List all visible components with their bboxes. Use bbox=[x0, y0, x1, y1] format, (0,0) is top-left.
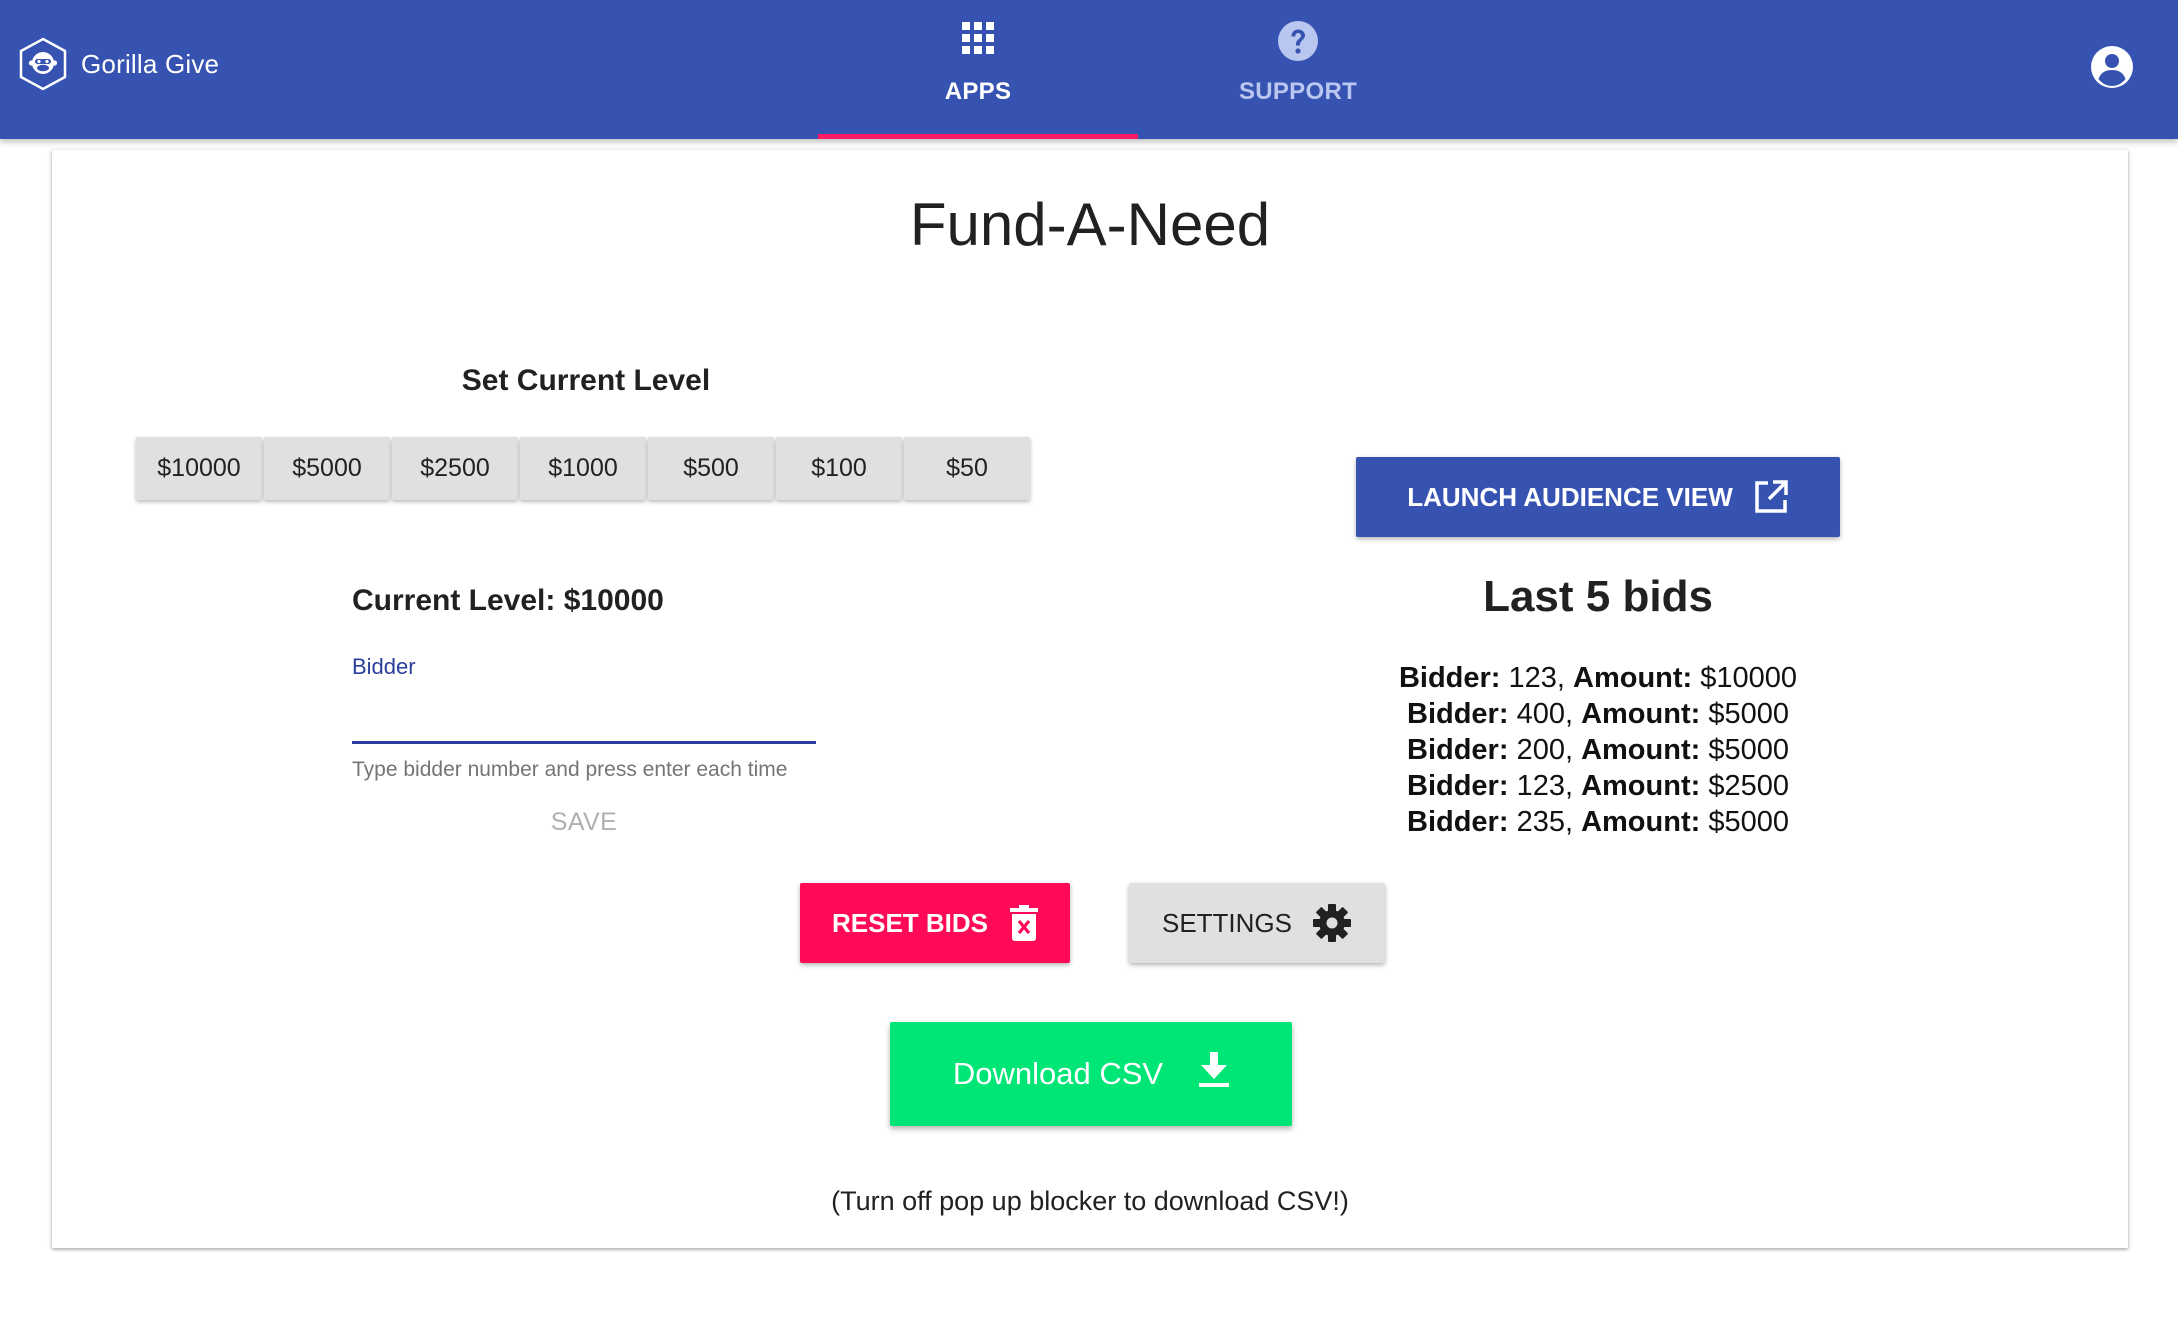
bid-amount: $10000 bbox=[1700, 662, 1798, 694]
amount-key: Amount: bbox=[1581, 770, 1701, 802]
tab-apps-label: APPS bbox=[944, 78, 1012, 105]
delete-forever-icon bbox=[1010, 905, 1039, 941]
bid-list-item: Bidder: 200, Amount: $5000 bbox=[1407, 734, 1789, 766]
fund-a-need-card: Fund-A-Need Set Current Level $10000 $50… bbox=[52, 150, 2128, 1248]
bidder-key: Bidder: bbox=[1398, 662, 1501, 694]
settings-button[interactable]: SETTINGS bbox=[1129, 883, 1385, 963]
gorilla-logo-icon bbox=[18, 37, 68, 91]
amount-key: Amount: bbox=[1581, 734, 1701, 766]
account-button[interactable] bbox=[2090, 45, 2134, 89]
level-button-50[interactable]: $50 bbox=[904, 437, 1030, 500]
apps-grid-icon bbox=[960, 20, 996, 61]
tab-apps[interactable]: APPS bbox=[818, 0, 1138, 139]
bid-list-item: Bidder: 123, Amount: $2500 bbox=[1407, 770, 1789, 802]
bidder-field-label: Bidder bbox=[352, 654, 416, 679]
save-button[interactable]: SAVE bbox=[482, 800, 686, 844]
top-app-bar: Gorilla Give APPS SUPPORT bbox=[0, 0, 2178, 139]
bid-bidder: 123 bbox=[1508, 662, 1557, 694]
popup-blocker-note: (Turn off pop up blocker to download CSV… bbox=[831, 1186, 1349, 1216]
app-name: Gorilla Give bbox=[81, 48, 220, 79]
bid-amount: $2500 bbox=[1708, 770, 1789, 802]
bid-bidder: 123 bbox=[1516, 770, 1565, 802]
reset-bids-label: RESET BIDS bbox=[831, 907, 989, 938]
bid-amount: $5000 bbox=[1708, 806, 1789, 838]
bid-list-item: Bidder: 235, Amount: $5000 bbox=[1407, 806, 1789, 838]
amount-key: Amount: bbox=[1581, 698, 1701, 730]
tab-support-label: SUPPORT bbox=[1238, 78, 1358, 105]
bid-amount: $5000 bbox=[1708, 734, 1789, 766]
bid-list: Bidder: 123, Amount: $10000 Bidder: 400,… bbox=[1248, 660, 1948, 840]
level-button-2500[interactable]: $2500 bbox=[392, 437, 518, 500]
launch-audience-view-button[interactable]: LAUNCH AUDIENCE VIEW bbox=[1356, 457, 1840, 537]
download-icon bbox=[1199, 1052, 1230, 1087]
bid-bidder: 400 bbox=[1516, 698, 1565, 730]
tab-support[interactable]: SUPPORT bbox=[1138, 0, 1458, 139]
bid-bidder: 235 bbox=[1516, 806, 1565, 838]
bidder-key: Bidder: bbox=[1407, 770, 1509, 802]
amount-key: Amount: bbox=[1573, 662, 1693, 694]
bid-list-item: Bidder: 123, Amount: $10000 bbox=[1398, 662, 1798, 694]
download-csv-label: Download CSV bbox=[952, 1056, 1164, 1091]
level-button-500[interactable]: $500 bbox=[648, 437, 774, 500]
gear-icon bbox=[1313, 904, 1351, 942]
amount-key: Amount: bbox=[1581, 806, 1701, 838]
level-button-1000[interactable]: $1000 bbox=[520, 437, 646, 500]
active-tab-indicator bbox=[818, 134, 1138, 139]
open-in-new-icon bbox=[1754, 480, 1788, 513]
current-level: Current Level: $10000 bbox=[352, 584, 664, 617]
bidder-key: Bidder: bbox=[1407, 698, 1509, 730]
page-title: Fund-A-Need bbox=[909, 191, 1271, 258]
bidder-input[interactable] bbox=[352, 695, 816, 744]
bid-list-item: Bidder: 400, Amount: $5000 bbox=[1407, 698, 1789, 730]
level-button-5000[interactable]: $5000 bbox=[264, 437, 390, 500]
bid-bidder: 200 bbox=[1516, 734, 1565, 766]
set-level-heading: Set Current Level bbox=[461, 364, 711, 397]
bid-amount: $5000 bbox=[1708, 698, 1789, 730]
account-circle-icon bbox=[2090, 46, 2134, 93]
level-button-10000[interactable]: $10000 bbox=[136, 437, 262, 500]
download-csv-button[interactable]: Download CSV bbox=[890, 1022, 1292, 1126]
last-bids-title: Last 5 bids bbox=[1483, 572, 1713, 621]
reset-bids-button[interactable]: RESET BIDS bbox=[800, 883, 1070, 963]
bidder-helper-text: Type bidder number and press enter each … bbox=[352, 758, 788, 781]
settings-label: SETTINGS bbox=[1161, 907, 1292, 938]
level-button-100[interactable]: $100 bbox=[776, 437, 902, 500]
bidder-key: Bidder: bbox=[1407, 734, 1509, 766]
launch-audience-view-label: LAUNCH AUDIENCE VIEW bbox=[1407, 481, 1733, 512]
brand-home-link[interactable]: Gorilla Give bbox=[18, 36, 219, 92]
help-circle-icon bbox=[1277, 20, 1319, 67]
level-button-group: $10000 $5000 $2500 $1000 $500 $100 $50 bbox=[136, 437, 1032, 500]
bidder-key: Bidder: bbox=[1407, 806, 1509, 838]
